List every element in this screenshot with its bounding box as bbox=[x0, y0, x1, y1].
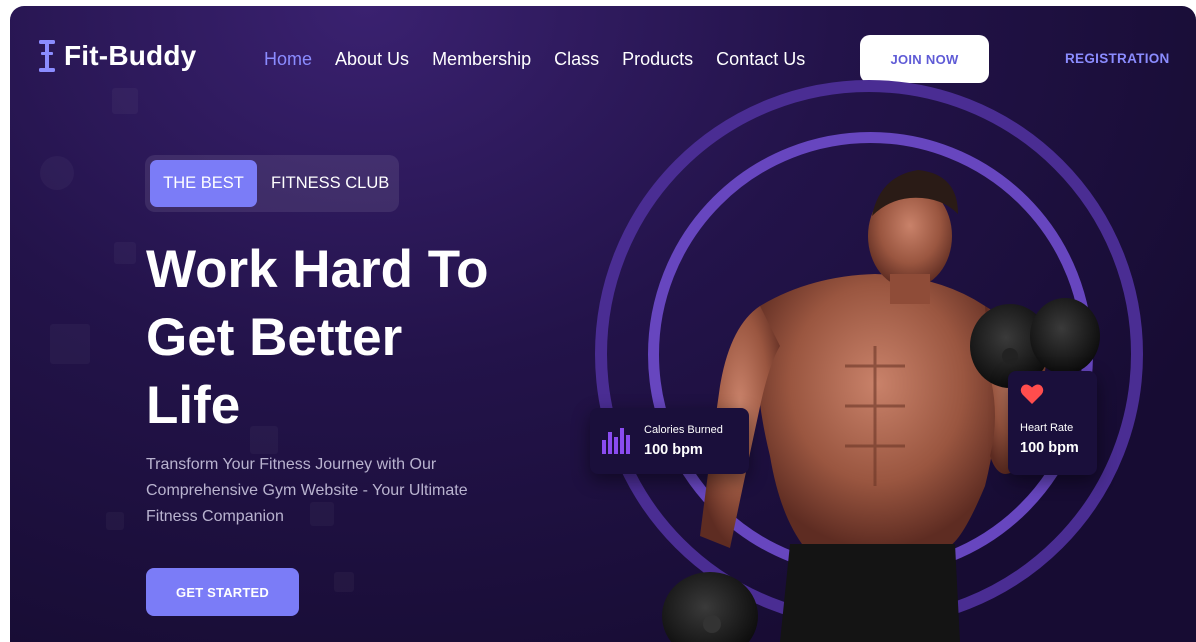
hero-description: Transform Your Fitness Journey with Our … bbox=[146, 456, 468, 525]
headline-line: Work Hard To bbox=[146, 240, 489, 299]
calories-label: Calories Burned bbox=[644, 424, 723, 436]
bg-square bbox=[114, 242, 136, 264]
hero-section: Fit-Buddy Home About Us Membership Class… bbox=[10, 6, 1196, 642]
join-now-button[interactable]: JOIN NOW bbox=[860, 35, 989, 83]
bg-square bbox=[112, 88, 138, 114]
heart-rate-card: Heart Rate 100 bpm bbox=[1008, 371, 1097, 475]
bar-chart-icon bbox=[602, 428, 630, 454]
calories-card: Calories Burned 100 bpm bbox=[590, 408, 749, 474]
brand-name: Fit-Buddy bbox=[64, 40, 197, 71]
badge-highlight: THE BEST bbox=[150, 160, 257, 207]
bg-square bbox=[334, 572, 354, 592]
badge-text: FITNESS CLUB bbox=[271, 174, 390, 192]
heart-icon bbox=[1020, 384, 1044, 404]
hero-badge: THE BEST FITNESS CLUB bbox=[145, 155, 399, 212]
hero-headline: Work Hard To Get Better Life bbox=[146, 236, 566, 440]
headline-line: Life bbox=[146, 376, 241, 435]
nav-about-us[interactable]: About Us bbox=[335, 49, 409, 70]
registration-link[interactable]: REGISTRATION bbox=[1065, 51, 1170, 66]
nav-membership[interactable]: Membership bbox=[432, 49, 531, 70]
bg-square bbox=[106, 512, 124, 530]
headline-line: Get Better bbox=[146, 308, 403, 367]
dumbbell-icon bbox=[39, 40, 55, 72]
heart-rate-value: 100 bpm bbox=[1020, 440, 1079, 456]
bg-square bbox=[50, 324, 90, 364]
main-nav: Home About Us Membership Class Products … bbox=[264, 49, 805, 70]
nav-class[interactable]: Class bbox=[554, 49, 599, 70]
brand-logo[interactable]: Fit-Buddy bbox=[36, 38, 196, 74]
nav-products[interactable]: Products bbox=[622, 49, 693, 70]
bg-square bbox=[40, 156, 74, 190]
nav-home[interactable]: Home bbox=[264, 49, 312, 70]
get-started-button[interactable]: GET STARTED bbox=[146, 568, 299, 616]
nav-contact-us[interactable]: Contact Us bbox=[716, 49, 805, 70]
calories-value: 100 bpm bbox=[644, 442, 703, 458]
heart-rate-label: Heart Rate bbox=[1020, 422, 1074, 434]
